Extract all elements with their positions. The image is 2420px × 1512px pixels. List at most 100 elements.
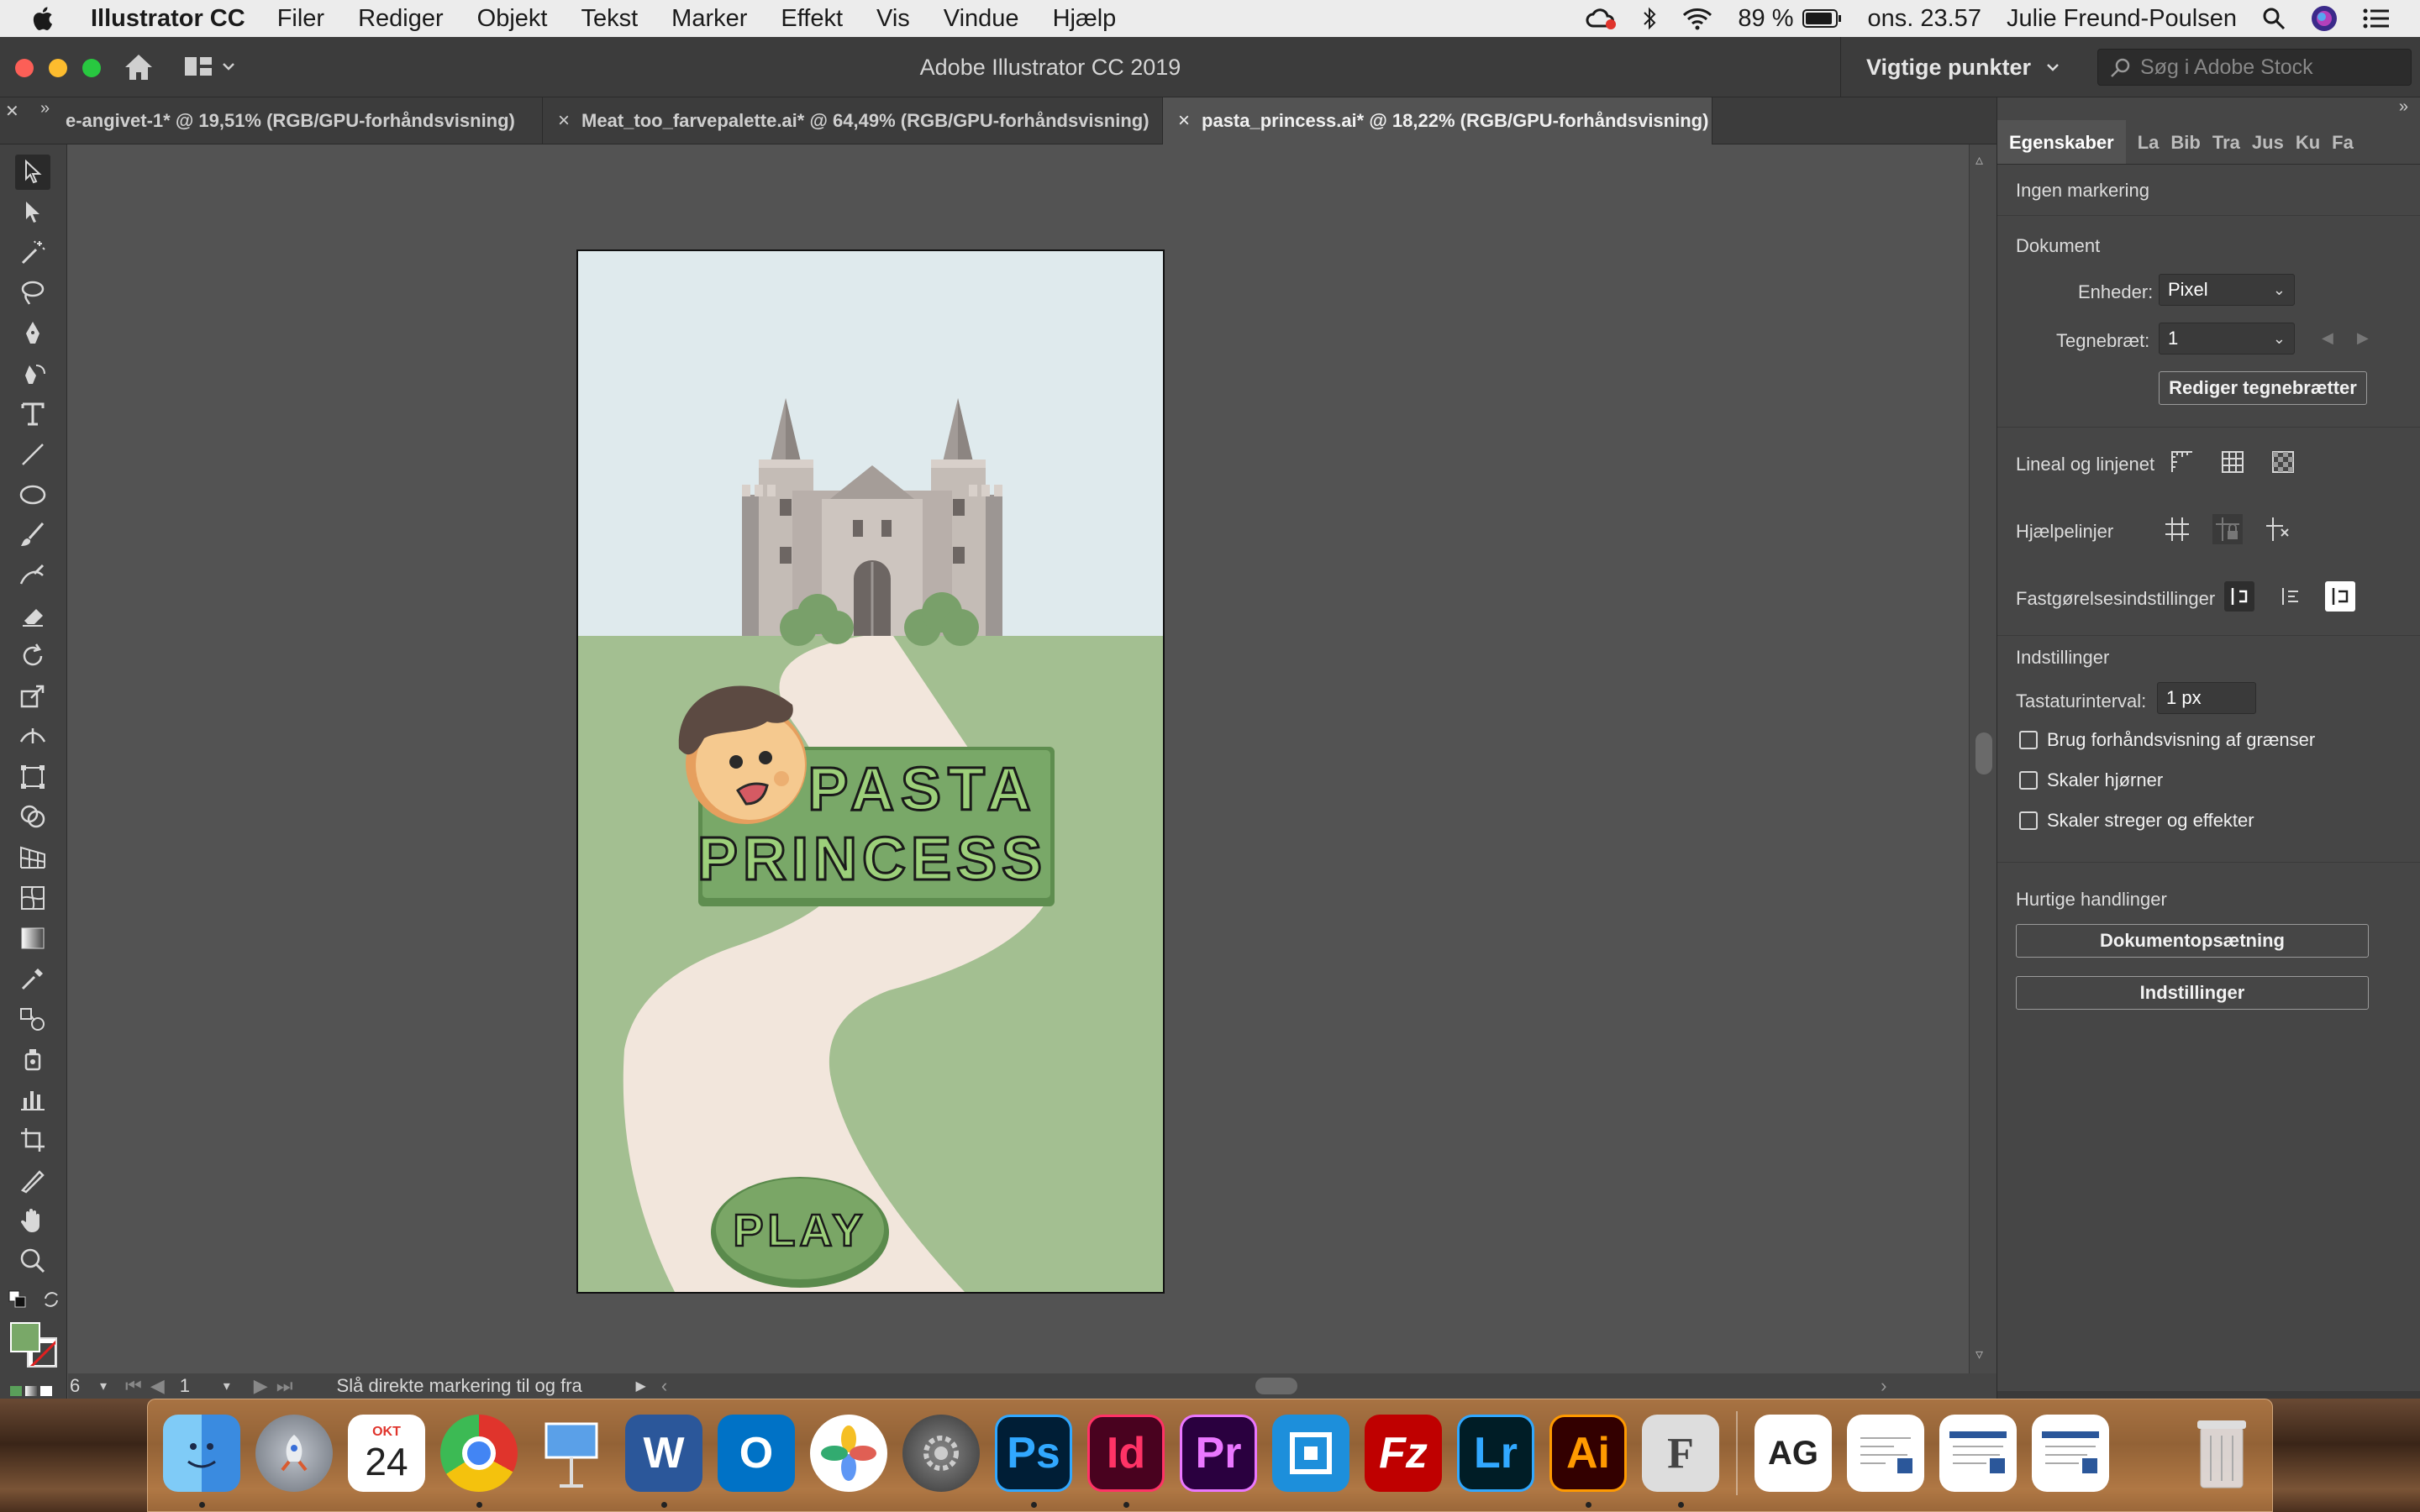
gradient-mode-icon[interactable] [25,1386,37,1396]
next-artboard-icon[interactable]: ▶ [254,1375,268,1397]
clock[interactable]: ons. 23.57 [1868,5,1981,33]
shaper-tool[interactable] [15,558,50,593]
curvature-tool[interactable] [15,356,50,391]
spotlight-icon[interactable] [2262,7,2286,30]
first-artboard-icon[interactable]: ⏮ [125,1375,142,1397]
snap-to-glyph-icon[interactable] [2325,581,2355,612]
gradient-tool[interactable] [15,921,50,956]
menu-vis[interactable]: Vis [876,5,910,33]
collapse-panels-icon[interactable]: » [2399,97,2408,117]
pen-tool[interactable] [15,316,50,351]
finder-icon[interactable] [163,1415,240,1492]
type-tool[interactable] [15,396,50,432]
previous-artboard-icon[interactable]: ◀ [2322,329,2333,347]
lock-guides-icon[interactable] [2212,514,2243,544]
filezilla-icon[interactable]: Fz [1365,1415,1442,1492]
tab-document-1[interactable]: e-angivet-1* @ 19,51% (RGB/GPU-forhåndsv… [66,97,543,144]
status-menu-arrow-icon[interactable]: ▶ [636,1378,646,1394]
line-segment-tool[interactable] [15,437,50,472]
menu-tekst[interactable]: Tekst [581,5,638,33]
bluetooth-icon[interactable] [1642,6,1657,31]
keynote-icon[interactable] [533,1415,610,1492]
shape-builder-tool[interactable] [15,800,50,835]
color-mode-buttons[interactable] [10,1386,52,1396]
wifi-icon[interactable] [1682,7,1712,30]
eraser-tool[interactable] [15,598,50,633]
document-thumbnail-1[interactable] [1847,1415,1924,1492]
show-guides-icon[interactable] [2162,514,2192,544]
previous-artboard-icon[interactable]: ◀ [150,1375,165,1397]
workspace-switcher[interactable]: Vigtige punkter [1840,37,2060,97]
artboard-tool[interactable] [15,1122,50,1158]
close-tab-icon[interactable]: × [558,109,570,133]
zoom-tool[interactable] [15,1243,50,1278]
tab-libraries[interactable]: Bib [2170,132,2200,164]
menu-effekt[interactable]: Effekt [781,5,843,33]
selection-tool[interactable] [15,155,50,190]
perspective-grid-tool[interactable] [15,840,50,875]
preview-bounds-checkbox[interactable] [2019,731,2038,749]
chrome-icon[interactable] [440,1415,518,1492]
calendar-icon[interactable]: OKT 24 [348,1415,425,1492]
scale-tool[interactable] [15,679,50,714]
artboard[interactable]: PASTA PRINCESS PLAY [576,249,1165,1294]
indesign-icon[interactable]: Id [1087,1415,1165,1492]
zoom-dropdown-icon[interactable]: ▾ [100,1378,107,1394]
system-preferences-icon[interactable] [902,1415,980,1492]
lasso-tool[interactable] [15,276,50,311]
swap-colors-icon[interactable] [42,1290,60,1309]
color-mode-icon[interactable] [10,1386,22,1396]
apple-icon[interactable] [30,5,59,32]
symbol-sprayer-tool[interactable] [15,1042,50,1077]
scale-strokes-checkbox[interactable] [2019,811,2038,830]
default-colors-icon[interactable] [8,1290,27,1309]
next-artboard-icon[interactable]: ▶ [2357,329,2369,347]
game-app-icon[interactable] [1272,1415,1349,1492]
tab-properties[interactable]: Egenskaber [1997,120,2126,164]
canvas-area[interactable]: PASTA PRINCESS PLAY [68,144,1969,1373]
width-tool[interactable] [15,719,50,754]
collapse-toolbar-icon[interactable]: » [40,99,50,118]
scroll-down-icon[interactable]: ▿ [1975,1346,1983,1363]
menu-objekt[interactable]: Objekt [477,5,548,33]
font-book-icon[interactable]: F [1642,1415,1719,1492]
edit-artboards-button[interactable]: Rediger tegnebrætter [2159,371,2367,405]
slice-tool[interactable] [15,1163,50,1198]
free-transform-tool[interactable] [15,759,50,795]
trash-icon[interactable] [2183,1415,2260,1492]
user-name[interactable]: Julie Freund-Poulsen [2007,5,2237,33]
magic-wand-tool[interactable] [15,235,50,270]
tab-layers[interactable]: La [2138,132,2160,164]
photos-icon[interactable] [810,1415,887,1492]
snap-to-pixel-icon[interactable] [2275,581,2305,612]
rulers-icon[interactable] [2167,447,2197,477]
tab-meat-too-farvepalette[interactable]: × Meat_too_farvepalette.ai* @ 64,49% (RG… [543,97,1163,144]
close-tab-icon[interactable]: × [1178,109,1190,133]
artboard-number[interactable]: 1 [180,1375,213,1397]
app-menu[interactable]: Illustrator CC [91,5,245,33]
none-mode-icon[interactable] [40,1386,52,1396]
scroll-right-icon[interactable]: › [1881,1375,1886,1397]
lightroom-icon[interactable]: Lr [1457,1415,1534,1492]
paintbrush-tool[interactable] [15,517,50,553]
units-select[interactable]: Pixel ⌄ [2159,274,2295,306]
outlook-icon[interactable]: O [718,1415,795,1492]
premiere-icon[interactable]: Pr [1180,1415,1257,1492]
eyedropper-tool[interactable] [15,961,50,996]
adobe-stock-search[interactable]: Søg i Adobe Stock [2097,49,2412,86]
vertical-scrollbar[interactable]: ▵ ▿ [1969,144,1996,1373]
illustrator-icon[interactable]: Ai [1549,1415,1627,1492]
notification-center-icon[interactable] [2363,8,2390,29]
hand-tool[interactable] [15,1203,50,1238]
menu-filer[interactable]: Filer [277,5,324,33]
direct-selection-tool[interactable] [15,195,50,230]
scroll-up-icon[interactable]: ▵ [1975,151,1983,169]
scroll-left-icon[interactable]: ‹ [661,1375,667,1397]
creative-cloud-icon[interactable] [1585,6,1617,31]
vertical-scroll-thumb[interactable] [1975,732,1992,774]
document-thumbnail-2[interactable] [1939,1415,2017,1492]
word-icon[interactable]: W [625,1415,702,1492]
tab-pasta-princess[interactable]: × pasta_princess.ai* @ 18,22% (RGB/GPU-f… [1163,97,1712,144]
close-panel-icon[interactable]: ✕ [5,101,19,122]
launchpad-icon[interactable] [255,1415,333,1492]
